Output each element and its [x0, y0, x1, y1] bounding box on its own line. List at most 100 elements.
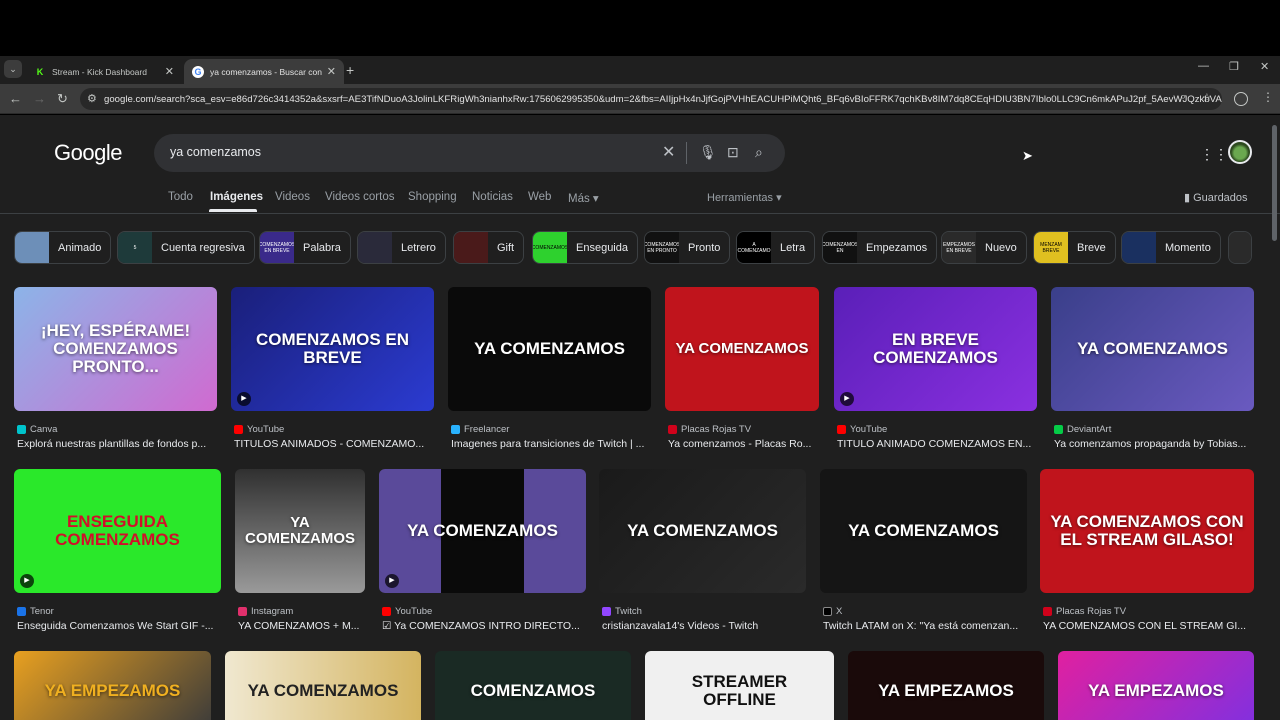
chip-momento[interactable]: Momento	[1121, 231, 1221, 264]
chip-thumbnail: COMENZAMOS EN BREVE	[260, 232, 294, 263]
google-logo[interactable]: Google	[54, 140, 122, 166]
new-tab-icon[interactable]: +	[346, 62, 354, 78]
tab-kick-dashboard[interactable]: K Stream - Kick Dashboard ✕	[26, 59, 182, 84]
result-thumbnail[interactable]: YA EMPEZAMOS	[1058, 651, 1254, 720]
result-source[interactable]: X	[823, 606, 842, 617]
result-thumbnail[interactable]: COMENZAMOS EN BREVE ▶	[231, 287, 434, 411]
result-title[interactable]: YA COMENZAMOS CON EL STREAM GI...	[1043, 620, 1253, 632]
result-title[interactable]: Explorá nuestras plantillas de fondos p.…	[17, 438, 216, 450]
result-source[interactable]: Freelancer	[451, 424, 509, 435]
source-label: DeviantArt	[1067, 424, 1112, 435]
result-thumbnail[interactable]: COMENZAMOS	[435, 651, 631, 720]
result-title[interactable]: cristianzavala14's Videos - Twitch	[602, 620, 805, 632]
result-title[interactable]: Imagenes para transiciones de Twitch | .…	[451, 438, 650, 450]
result-title[interactable]: Ya comenzamos - Placas Ro...	[668, 438, 818, 450]
tab-search-button[interactable]: ⌄	[4, 60, 22, 78]
menu-kebab-icon[interactable]: ⋮	[1262, 90, 1274, 104]
minimize-icon[interactable]: —	[1198, 60, 1209, 72]
thumbnail-text: ENSEGUIDA COMENZAMOS	[55, 512, 180, 549]
search-box[interactable]: ya comenzamos ✕ 🎙 ⊡ ⌕	[154, 134, 785, 172]
site-info-icon[interactable]: ⚙	[87, 92, 97, 105]
tab-todo[interactable]: Todo	[168, 191, 193, 203]
profile-icon[interactable]	[1234, 92, 1248, 106]
result-source[interactable]: Canva	[17, 424, 57, 435]
clear-icon[interactable]: ✕	[662, 142, 675, 162]
result-thumbnail[interactable]: YA COMENZAMOS ▶	[379, 469, 586, 593]
result-thumbnail[interactable]: YA COMENZAMOS	[235, 469, 365, 593]
tab-videos[interactable]: Videos	[275, 191, 310, 203]
close-tab-icon[interactable]: ✕	[327, 65, 336, 78]
result-thumbnail[interactable]: YA EMPEZAMOS	[848, 651, 1044, 720]
search-icon[interactable]: ⌕	[755, 144, 763, 161]
chip-thumbnail: 5	[118, 232, 152, 263]
chip-letrero[interactable]: Letrero	[357, 231, 446, 264]
result-thumbnail[interactable]: YA COMENZAMOS	[1051, 287, 1254, 411]
tab-shopping[interactable]: Shopping	[408, 191, 457, 203]
result-source[interactable]: Instagram	[238, 606, 293, 617]
chip-animado[interactable]: Animado	[14, 231, 112, 264]
result-title[interactable]: TITULO ANIMADO COMENZAMOS EN...	[837, 438, 1036, 450]
result-title[interactable]: TITULOS ANIMADOS - COMENZAMO...	[234, 438, 433, 450]
tools-button[interactable]: Herramientas ▾	[707, 191, 782, 204]
result-thumbnail[interactable]: YA COMENZAMOS	[820, 469, 1027, 593]
chip-thumbnail: COMENZAMOS EN PRONTO	[645, 232, 679, 263]
result-source[interactable]: YouTube	[382, 606, 432, 617]
result-thumbnail[interactable]: YA COMENZAMOS	[665, 287, 819, 411]
chip-letra[interactable]: A COMENZAMO Letra	[736, 231, 816, 264]
result-source[interactable]: YouTube	[837, 424, 887, 435]
result-source[interactable]: Twitch	[602, 606, 642, 617]
scrollbar[interactable]	[1272, 125, 1277, 241]
result-thumbnail[interactable]: YA COMENZAMOS	[225, 651, 421, 720]
window-close-icon[interactable]: ✕	[1260, 60, 1269, 73]
chip-pronto[interactable]: COMENZAMOS EN PRONTO Pronto	[644, 231, 731, 264]
search-input[interactable]: ya comenzamos	[170, 145, 261, 159]
restore-icon[interactable]: ❐	[1229, 60, 1239, 73]
result-title[interactable]: ☑ Ya COMENZAMOS INTRO DIRECTO...	[382, 620, 585, 632]
back-arrow-icon[interactable]: ←	[9, 91, 22, 106]
chip-enseguida[interactable]: COMENZAMOS Enseguida	[532, 231, 638, 264]
result-title[interactable]: YA COMENZAMOS + M...	[238, 620, 364, 632]
result-thumbnail[interactable]: YA COMENZAMOS	[599, 469, 806, 593]
result-thumbnail[interactable]: YA EMPEZAMOS	[14, 651, 211, 720]
tab-videos-cortos[interactable]: Videos cortos	[325, 191, 394, 203]
avatar[interactable]	[1228, 140, 1252, 164]
result-thumbnail[interactable]: ENSEGUIDA COMENZAMOS ▶	[14, 469, 221, 593]
result-source[interactable]: YouTube	[234, 424, 284, 435]
chip-thumbnail	[358, 232, 392, 263]
tab-noticias[interactable]: Noticias	[472, 191, 513, 203]
result-thumbnail[interactable]: ¡HEY, ESPÉRAME! COMENZAMOS PRONTO...	[14, 287, 217, 411]
thumbnail-text: YA COMENZAMOS CON EL STREAM GILASO!	[1050, 512, 1244, 549]
tab-google-search[interactable]: G ya comenzamos - Buscar con G ✕	[184, 59, 344, 84]
result-thumbnail[interactable]: STREAMER OFFLINE	[645, 651, 834, 720]
result-title[interactable]: Enseguida Comenzamos We Start GIF -...	[17, 620, 220, 632]
bookmark-star-icon[interactable]: ☆	[1202, 91, 1212, 104]
reload-icon[interactable]: ↻	[57, 91, 68, 107]
result-thumbnail[interactable]: EN BREVE COMENZAMOS ▶	[834, 287, 1037, 411]
result-source[interactable]: Tenor	[17, 606, 54, 617]
tab-mas[interactable]: Más ▾	[568, 191, 599, 205]
tab-imagenes[interactable]: Imágenes	[210, 191, 263, 203]
result-source[interactable]: Placas Rojas TV	[668, 424, 751, 435]
result-source[interactable]: Placas Rojas TV	[1043, 606, 1126, 617]
chip-cuenta-regresiva[interactable]: 5 Cuenta regresiva	[117, 231, 255, 264]
url-bar[interactable]: ⚙ google.com/search?sca_esv=e86d726c3414…	[80, 88, 1222, 110]
chip-nuevo[interactable]: EMPEZAMOS EN BREVE Nuevo	[941, 231, 1027, 264]
result-title[interactable]: Ya comenzamos propaganda by Tobias...	[1054, 438, 1253, 450]
result-source[interactable]: DeviantArt	[1054, 424, 1111, 435]
chip-more-partial[interactable]	[1228, 231, 1252, 264]
zoom-icon[interactable]: ⌕	[1180, 91, 1186, 104]
microphone-icon[interactable]: 🎙	[699, 144, 717, 161]
forward-arrow-icon[interactable]: →	[33, 91, 46, 106]
tab-web[interactable]: Web	[528, 191, 551, 203]
chip-breve[interactable]: MENZAM BREVE Breve	[1033, 231, 1116, 264]
thumbnail-text: ¡HEY, ESPÉRAME! COMENZAMOS PRONTO...	[40, 321, 191, 376]
lens-camera-icon[interactable]: ⊡	[727, 144, 739, 161]
result-thumbnail[interactable]: YA COMENZAMOS	[448, 287, 651, 411]
result-title[interactable]: Twitch LATAM on X: "Ya está comenzan...	[823, 620, 1026, 632]
saved-button[interactable]: ▮ Guardados	[1184, 191, 1248, 204]
chip-empezamos[interactable]: COMENZAMOS EN Empezamos	[822, 231, 938, 264]
close-tab-icon[interactable]: ✕	[165, 65, 174, 78]
chip-gift[interactable]: Gift	[453, 231, 525, 264]
chip-palabra[interactable]: COMENZAMOS EN BREVE Palabra	[259, 231, 351, 264]
result-thumbnail[interactable]: YA COMENZAMOS CON EL STREAM GILASO!	[1040, 469, 1254, 593]
